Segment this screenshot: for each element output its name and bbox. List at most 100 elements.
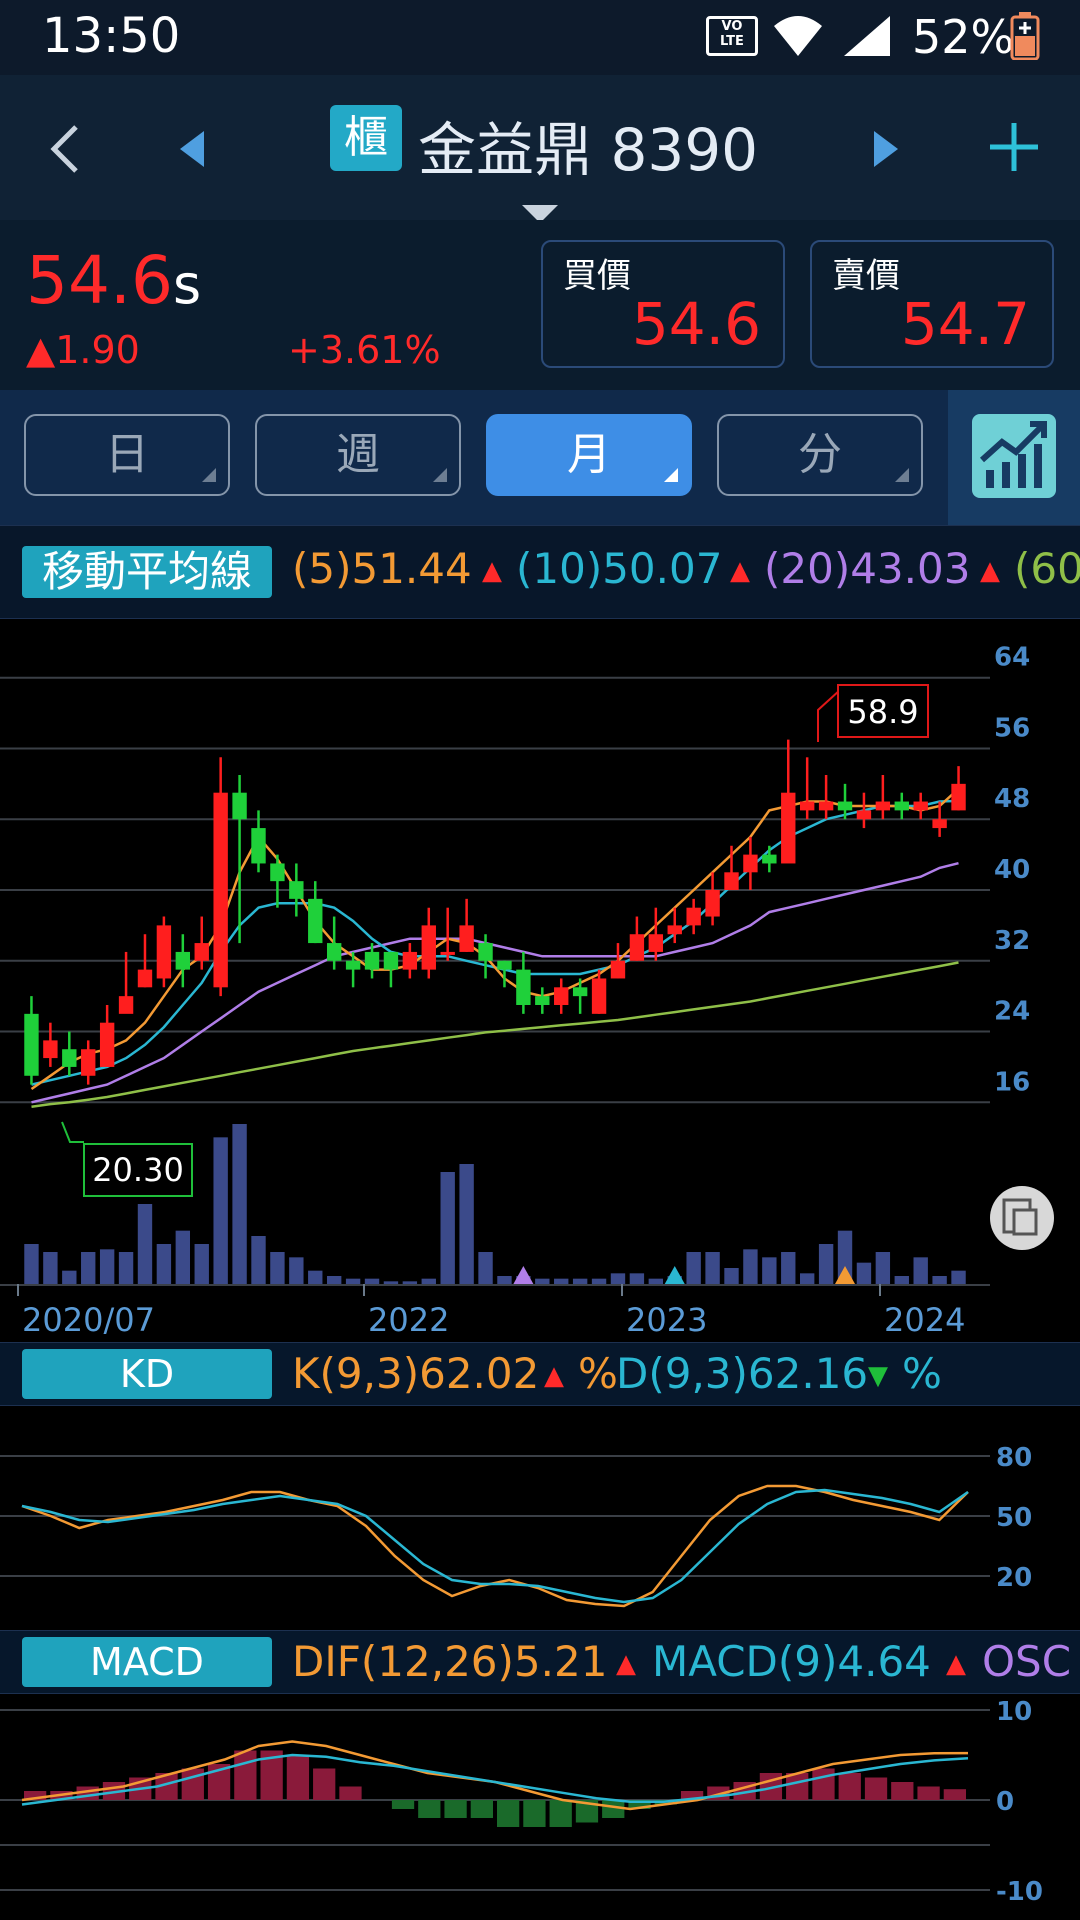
volume-bar (440, 1172, 455, 1284)
candle-body (572, 987, 588, 997)
macd-chart[interactable]: 10 0 -10 (0, 1694, 1080, 1920)
candle-body (951, 783, 966, 811)
volume-bar (610, 1273, 626, 1284)
osc-bar (339, 1786, 362, 1800)
candle-body (743, 854, 758, 873)
osc-bar (891, 1782, 914, 1800)
ask-label: 賣價 (832, 256, 900, 296)
back-icon[interactable] (48, 123, 82, 175)
d-line (21, 1488, 969, 1604)
bid-box[interactable]: 買價 54.6 (541, 240, 785, 368)
volume-bar (591, 1278, 607, 1284)
candle-body (62, 1049, 77, 1067)
volume-bar (383, 1281, 399, 1284)
volume-bar (554, 1278, 569, 1284)
macd-legend[interactable]: MACD DIF(12,26)5.21 ▲ MACD(9)4.64 ▲ OSC (0, 1630, 1080, 1694)
d-label: D(9,3)62.16 (616, 1349, 869, 1398)
volume-bar (43, 1252, 58, 1284)
candle-body (326, 943, 342, 961)
next-stock-icon[interactable] (872, 129, 900, 169)
volume-bar (705, 1252, 720, 1284)
k-unit: % (578, 1349, 618, 1398)
kd-chart[interactable]: 80 50 20 (0, 1406, 1080, 1628)
volume-bar (24, 1244, 39, 1284)
volume-bar (421, 1278, 436, 1284)
k-line (21, 1484, 969, 1608)
candle-body (345, 960, 361, 970)
d-down-icon: ▼ (868, 1361, 888, 1391)
candle-body (137, 969, 153, 988)
k-label: K(9,3)62.02 (292, 1349, 540, 1398)
candle-body (535, 996, 550, 1005)
volume-bar (535, 1278, 550, 1284)
dif-up-icon: ▲ (616, 1649, 636, 1679)
candle-body (818, 801, 834, 811)
candle-body (781, 792, 796, 864)
ma5-up-icon: ▲ (482, 556, 502, 586)
bid-label: 買價 (563, 256, 631, 296)
volume-bar (497, 1276, 512, 1284)
volume-bar (856, 1262, 872, 1284)
add-icon[interactable] (988, 121, 1040, 173)
ask-box[interactable]: 賣價 54.7 (810, 240, 1054, 368)
osc-bar (313, 1768, 336, 1800)
ma60-label: (60 (1014, 544, 1080, 593)
osc-bar (286, 1755, 310, 1800)
last-price: 54.6s (26, 242, 202, 319)
candle-body (383, 951, 399, 970)
battery-percent: 52% (912, 10, 1015, 64)
candle-body (591, 978, 607, 1014)
volume-bar (62, 1270, 77, 1284)
candle-body (81, 1049, 96, 1076)
osc-bar (444, 1800, 467, 1818)
up-arrow-icon: ▲ (26, 328, 56, 372)
osc-bar (181, 1768, 204, 1800)
tab-minute[interactable]: 分 (717, 414, 923, 496)
osc-bar (838, 1773, 861, 1800)
ma10-up-icon: ▲ (730, 556, 750, 586)
market-tag: 櫃 (330, 105, 402, 171)
trend-chart-icon (972, 414, 1056, 498)
chart-settings-button[interactable] (948, 390, 1080, 525)
ma5-label: (5)51.44 (292, 544, 472, 593)
osc-bar (497, 1800, 520, 1827)
volume-bar (270, 1252, 285, 1284)
volume-bar (781, 1252, 796, 1284)
battery-icon (1010, 12, 1040, 60)
tab-day[interactable]: 日 (24, 414, 230, 496)
d-unit: % (902, 1349, 942, 1398)
volume-bar (951, 1270, 966, 1284)
candle-body (194, 943, 209, 961)
x-axis-label: 2020/07 (22, 1301, 155, 1339)
stock-code: 8390 (610, 116, 759, 184)
osc-bar (943, 1789, 966, 1800)
kd-legend[interactable]: KD K(9,3)62.02 ▲ % D(9,3)62.16 ▼ % (0, 1342, 1080, 1406)
volume-bar (913, 1257, 928, 1284)
x-axis-label: 2024 (884, 1301, 965, 1339)
candle-body (516, 969, 531, 1005)
volume-bar (686, 1252, 701, 1284)
osc-bar (391, 1800, 415, 1809)
candle-body (43, 1040, 58, 1059)
candle-body (705, 890, 720, 917)
candle-body (402, 951, 418, 970)
stock-title[interactable]: 金益鼎 8390 (418, 103, 758, 187)
swap-chart-button[interactable] (990, 1186, 1054, 1250)
candle-body (364, 951, 380, 970)
prev-stock-icon[interactable] (178, 129, 206, 169)
event-marker-icon (513, 1266, 534, 1284)
candle-body (270, 863, 285, 882)
status-bar: 13:50 VO LTE 52% (0, 0, 1080, 75)
macd-line-label: MACD(9)4.64 (652, 1637, 931, 1686)
candle-body (799, 801, 815, 811)
tab-month[interactable]: 月 (486, 414, 692, 496)
x-axis-label: 2022 (368, 1301, 449, 1339)
y-tick-label: 16 (994, 1067, 1030, 1097)
ma-legend[interactable]: 移動平均線 (5)51.44 ▲ (10)50.07 ▲ (20)43.03 ▲… (0, 525, 1080, 619)
candle-body (856, 810, 872, 820)
volume-bar (345, 1278, 361, 1284)
price-chart[interactable]: 64564840322416 2020/07 2022 2023 2024 58.9 … (0, 620, 1080, 1340)
tab-week[interactable]: 週 (255, 414, 461, 496)
y-tick-label: 64 (994, 643, 1030, 673)
osc-bar (917, 1786, 940, 1800)
